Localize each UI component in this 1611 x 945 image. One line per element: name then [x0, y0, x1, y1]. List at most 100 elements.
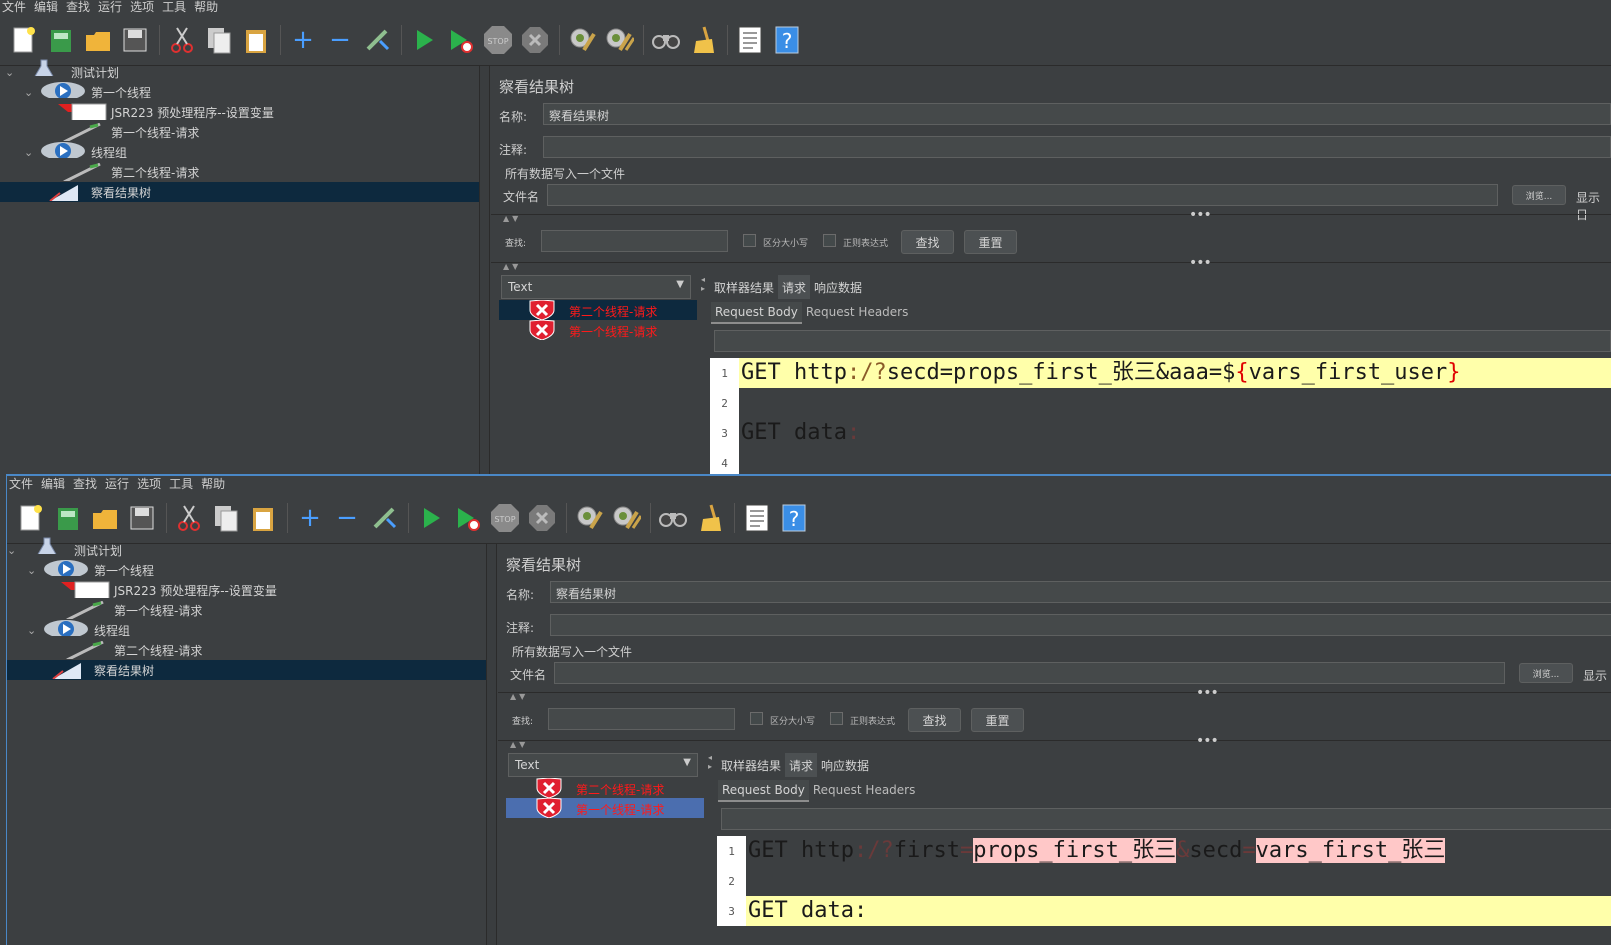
vertical-splitter[interactable]: ◂ ▸	[701, 275, 709, 293]
chevron-down-icon[interactable]: ⌄	[24, 146, 33, 159]
help-icon[interactable]: ?	[771, 24, 803, 56]
function-helper-icon[interactable]	[734, 24, 766, 56]
help-icon[interactable]: ?	[778, 502, 810, 534]
result-item[interactable]: 第一个线程-请求	[499, 320, 697, 340]
tree-node-thread-group-2[interactable]: ⌄ 线程组	[0, 142, 479, 162]
tree-node-jsr223[interactable]: JSR223 预处理程序--设置变量	[0, 102, 479, 122]
function-helper-icon[interactable]	[741, 502, 773, 534]
new-icon[interactable]	[15, 502, 47, 534]
expand-icon[interactable]: +	[287, 24, 319, 56]
tree-node-second-request[interactable]: 第二个线程-请求	[0, 162, 479, 182]
splitter-1[interactable]: ▲▼ •••	[491, 207, 1611, 224]
tree-node-first-request[interactable]: 第一个线程-请求	[0, 122, 479, 142]
comment-field[interactable]	[543, 136, 1611, 158]
request-body-editor[interactable]: 1 GET http:/?secd=props_first_张三&aaa=${v…	[710, 358, 1611, 474]
renderer-select[interactable]: Text ▼	[501, 275, 691, 299]
tree-node-view-results-tree[interactable]: 察看结果树	[0, 182, 479, 202]
tree-node-test-plan[interactable]: ⌄ 测试计划	[0, 59, 479, 82]
copy-icon[interactable]	[203, 24, 235, 56]
tab-request[interactable]: 请求	[778, 275, 811, 299]
tree-node-first-request[interactable]: 第一个线程-请求	[7, 600, 486, 620]
find-button[interactable]: 查找	[901, 230, 954, 254]
search-input[interactable]	[548, 708, 735, 730]
menu-edit[interactable]: 编辑	[41, 477, 65, 491]
result-item[interactable]: 第二个线程-请求	[499, 300, 697, 320]
vertical-splitter[interactable]: ◂ ▸	[708, 753, 716, 771]
chevron-down-icon[interactable]: ⌄	[27, 564, 36, 577]
start-no-pause-icon[interactable]	[452, 502, 484, 534]
menu-search[interactable]: 查找	[66, 0, 90, 14]
tab-response-data[interactable]: 响应数据	[817, 753, 873, 777]
splitter-1[interactable]: ▲▼ •••	[498, 685, 1611, 702]
search-icon[interactable]	[657, 502, 689, 534]
request-search-field[interactable]	[721, 808, 1611, 830]
result-item[interactable]: 第二个线程-请求	[506, 778, 704, 798]
file-name-field[interactable]	[547, 184, 1498, 206]
start-icon[interactable]	[408, 24, 440, 56]
clear-all-icon[interactable]	[610, 502, 642, 534]
menu-options[interactable]: 选项	[130, 0, 154, 14]
comment-field[interactable]	[550, 614, 1611, 636]
templates-icon[interactable]	[52, 502, 84, 534]
reset-search-icon[interactable]	[694, 502, 726, 534]
tab-request-headers[interactable]: Request Headers	[809, 780, 920, 802]
menu-search[interactable]: 查找	[73, 477, 97, 491]
menu-tools[interactable]: 工具	[162, 0, 186, 14]
menu-run[interactable]: 运行	[98, 0, 122, 14]
regex-checkbox[interactable]	[823, 234, 836, 247]
copy-icon[interactable]	[210, 502, 242, 534]
find-button[interactable]: 查找	[908, 708, 961, 732]
split-gutter[interactable]	[487, 544, 497, 945]
renderer-select[interactable]: Text ▼	[508, 753, 698, 777]
chevron-down-icon[interactable]: ⌄	[24, 86, 33, 99]
request-body-editor[interactable]: 1 GET http:/?first=props_first_张三&secd=v…	[717, 836, 1611, 945]
start-icon[interactable]	[415, 502, 447, 534]
browse-button[interactable]: 浏览...	[1512, 185, 1566, 205]
tree-node-test-plan[interactable]: ⌄ 测试计划	[7, 537, 486, 560]
tree-node-second-request[interactable]: 第二个线程-请求	[7, 640, 486, 660]
menu-options[interactable]: 选项	[137, 477, 161, 491]
regex-checkbox[interactable]	[830, 712, 843, 725]
search-icon[interactable]	[650, 24, 682, 56]
reset-search-icon[interactable]	[687, 24, 719, 56]
tab-sampler-result[interactable]: 取样器结果	[710, 275, 778, 299]
menu-help[interactable]: 帮助	[201, 477, 225, 491]
browse-button[interactable]: 浏览...	[1519, 663, 1573, 683]
menu-edit[interactable]: 编辑	[34, 0, 58, 14]
cut-icon[interactable]	[173, 502, 205, 534]
stop-icon[interactable]: STOP	[489, 502, 521, 534]
paste-icon[interactable]	[247, 502, 279, 534]
templates-icon[interactable]	[45, 24, 77, 56]
chevron-down-icon[interactable]: ⌄	[5, 66, 14, 79]
clear-icon[interactable]	[566, 24, 598, 56]
tree-node-jsr223[interactable]: JSR223 预处理程序--设置变量	[7, 580, 486, 600]
clear-all-icon[interactable]	[603, 24, 635, 56]
tree-node-thread-group-2[interactable]: ⌄ 线程组	[7, 620, 486, 640]
collapse-icon[interactable]: −	[331, 502, 363, 534]
shutdown-icon[interactable]	[526, 502, 558, 534]
case-sensitive-checkbox[interactable]	[743, 234, 756, 247]
name-field[interactable]: 察看结果树	[543, 103, 1611, 125]
file-name-field[interactable]	[554, 662, 1505, 684]
reset-button[interactable]: 重置	[964, 230, 1017, 254]
save-icon[interactable]	[119, 24, 151, 56]
open-icon[interactable]	[82, 24, 114, 56]
toggle-icon[interactable]	[361, 24, 393, 56]
shutdown-icon[interactable]	[519, 24, 551, 56]
cut-icon[interactable]	[166, 24, 198, 56]
tab-request-body[interactable]: Request Body	[718, 780, 809, 802]
splitter-2[interactable]: ▲▼ •••	[491, 255, 1611, 272]
clear-icon[interactable]	[573, 502, 605, 534]
tab-request[interactable]: 请求	[785, 753, 818, 777]
tab-request-headers[interactable]: Request Headers	[802, 302, 913, 324]
expand-icon[interactable]: +	[294, 502, 326, 534]
open-icon[interactable]	[89, 502, 121, 534]
tree-node-thread-group-1[interactable]: ⌄ 第一个线程	[7, 560, 486, 580]
tree-node-view-results-tree[interactable]: 察看结果树	[7, 660, 486, 680]
result-item[interactable]: 第一个线程-请求	[506, 798, 704, 818]
tab-request-body[interactable]: Request Body	[711, 302, 802, 324]
request-search-field[interactable]	[714, 330, 1611, 352]
chevron-down-icon[interactable]: ⌄	[27, 624, 36, 637]
tab-response-data[interactable]: 响应数据	[810, 275, 866, 299]
collapse-icon[interactable]: −	[324, 24, 356, 56]
